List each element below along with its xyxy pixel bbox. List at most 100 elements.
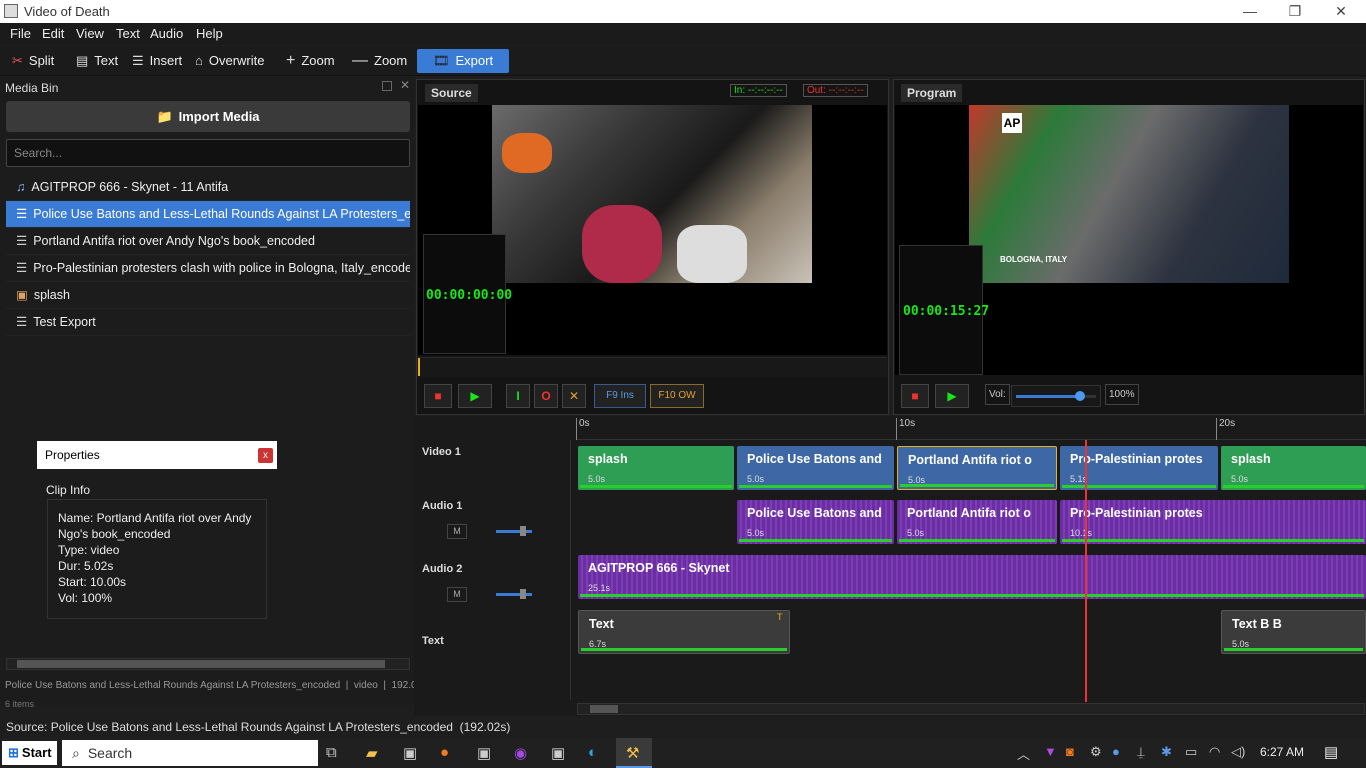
media-item-label: Test Export [33,315,96,329]
timeline-ruler[interactable]: 0s 10s 20s [576,418,1366,440]
scrollbar-thumb[interactable] [17,660,385,668]
audio1-volume-slider[interactable] [496,526,532,536]
edge-icon[interactable]: ◐ [588,744,597,761]
overwrite-button[interactable]: ⌂ Overwrite [189,49,270,73]
clip-name: Portland Antifa riot o [907,506,1031,520]
task-view-icon[interactable]: ⧉ [326,744,337,761]
audio2-volume-slider[interactable] [496,589,532,599]
tray-app-icon[interactable]: ⚙ [1090,744,1102,760]
overwrite-f10-button[interactable]: F10 OW [650,384,704,408]
properties-close-button[interactable]: x [258,448,273,463]
app-icon[interactable]: ◉ [514,744,527,762]
menu-help[interactable]: Help [196,26,223,41]
clip-bar [1223,485,1364,488]
wifi-icon[interactable]: ◠ [1209,744,1220,760]
program-tab[interactable]: Program [901,84,963,102]
menu-view[interactable]: View [76,26,104,41]
terminal-icon[interactable]: ▣ [551,744,565,762]
source-timecode: 00:00:00:00 [426,288,513,303]
ruler-label: 20s [1219,418,1236,429]
battery-icon[interactable]: ▭ [1185,744,1197,760]
maximize-button[interactable]: ❐ [1272,2,1318,22]
zoom-out-button[interactable]: — Zoom [346,49,413,73]
program-play-button[interactable]: ▶ [935,384,969,408]
menu-edit[interactable]: Edit [42,26,64,41]
media-search-input[interactable]: Search... [6,139,410,167]
volume-value: 100% [1105,384,1139,405]
slider-knob[interactable] [520,526,526,536]
volume-knob[interactable] [1075,391,1085,401]
insert-button[interactable]: ☰ Insert [126,49,188,73]
audio1-mute-button[interactable]: M [447,524,467,539]
media-item[interactable]: ☰ Police Use Batons and Less-Lethal Round… [6,201,410,228]
timeline-clip-audio[interactable]: Police Use Batons and 5.0s [737,500,894,544]
media-item[interactable]: ▣ splash [6,282,410,309]
timeline-clip-video[interactable]: Pro-Palestinian protes 5.1s [1060,446,1218,490]
media-item[interactable]: ☰ Test Export [6,309,410,336]
tray-chevron-icon[interactable]: ︿ [1017,744,1030,763]
split-button[interactable]: ✂ Split [6,49,60,73]
timeline-clip-audio[interactable]: AGITPROP 666 - Skynet 25.1s [578,555,1366,599]
python-app-button[interactable]: ⚒ [616,738,652,768]
timeline-playhead[interactable] [1085,440,1087,702]
tray-app-icon[interactable]: ◙ [1066,744,1074,759]
volume-icon[interactable]: ◁) [1231,744,1245,760]
import-media-button[interactable]: 📁 Import Media [6,101,410,132]
insert-f9-button[interactable]: F9 Ins [594,384,646,408]
timeline-clip-video[interactable]: splash 5.0s [578,446,734,490]
timeline-clip-video[interactable]: Police Use Batons and 5.0s [737,446,894,490]
timeline-clip-audio[interactable]: Pro-Palestinian protes 10.1s [1060,500,1366,544]
menu-file[interactable]: File [10,26,31,41]
clock[interactable]: 6:27 AM [1260,745,1304,759]
file-explorer-icon[interactable]: ▰ [366,744,378,762]
audio2-mute-button[interactable]: M [447,587,467,602]
insert-label: Insert [149,53,183,68]
firefox-icon[interactable]: ● [440,744,449,761]
tray-app-icon[interactable]: ▼ [1044,744,1057,759]
timeline-clip-audio[interactable]: Portland Antifa riot o 5.0s [897,500,1057,544]
volume-slider[interactable] [1011,385,1101,407]
scrollbar-thumb[interactable] [590,705,618,713]
taskbar-search[interactable]: ⌕ Search [62,740,318,766]
float-icon[interactable] [382,81,392,91]
source-stop-button[interactable]: ■ [424,384,452,408]
timeline-hscrollbar[interactable] [577,703,1365,715]
bluetooth-icon[interactable]: ✱ [1161,744,1172,760]
source-play-button[interactable]: ▶ [458,384,492,408]
menu-text[interactable]: Text [116,26,140,41]
terminal-icon[interactable]: ▣ [477,744,491,762]
zoom-in-button[interactable]: + Zoom [280,49,341,73]
media-hscrollbar[interactable] [6,658,410,670]
clip-name-line2: Ngo's book_encoded [58,527,171,541]
menu-audio[interactable]: Audio [150,26,183,41]
source-tab[interactable]: Source [425,84,478,102]
usb-icon[interactable]: ⍊ [1137,744,1145,760]
start-button[interactable]: ⊞ Start [2,741,57,765]
clip-duration: 10.1s [1070,528,1093,538]
source-scrubber[interactable] [418,357,887,377]
slider-knob[interactable] [520,589,526,599]
text-button[interactable]: ▤ Text [70,49,124,73]
frame-figure [582,205,662,283]
close-button[interactable]: ✕ [1318,2,1364,22]
media-item[interactable]: ♫ AGITPROP 666 - Skynet - 11 Antifa [6,174,410,201]
terminal-icon[interactable]: ▣ [403,744,417,762]
clear-marks-button[interactable]: ✕ [562,384,586,408]
mark-out-button[interactable]: O [534,384,558,408]
timeline-clip-text[interactable]: Text 6.7s T [578,610,790,654]
timeline-clip-video[interactable]: splash 5.0s [1221,446,1366,490]
panel-close-icon[interactable]: ✕ [400,78,410,92]
timeline-clip-text[interactable]: Text B B 5.0s [1221,610,1366,654]
minimize-button[interactable]: — [1227,2,1273,22]
timeline-clip-video-selected[interactable]: Portland Antifa riot o 5.0s [897,446,1057,490]
program-stop-button[interactable]: ■ [901,384,929,408]
tray-app-icon[interactable]: ● [1112,744,1120,759]
notifications-icon[interactable]: ▤ [1324,743,1338,761]
media-item[interactable]: ☰ Portland Antifa riot over Andy Ngo's bo… [6,228,410,255]
media-list: ♫ AGITPROP 666 - Skynet - 11 Antifa ☰ Poli… [6,174,410,336]
out-point: Out: --:--:--:-- [803,84,868,97]
source-playhead[interactable] [418,358,420,376]
mark-in-button[interactable]: I [506,384,530,408]
export-button[interactable]: 🎞 Export [417,49,510,73]
media-item[interactable]: ☰ Pro-Palestinian protesters clash with p… [6,255,410,282]
